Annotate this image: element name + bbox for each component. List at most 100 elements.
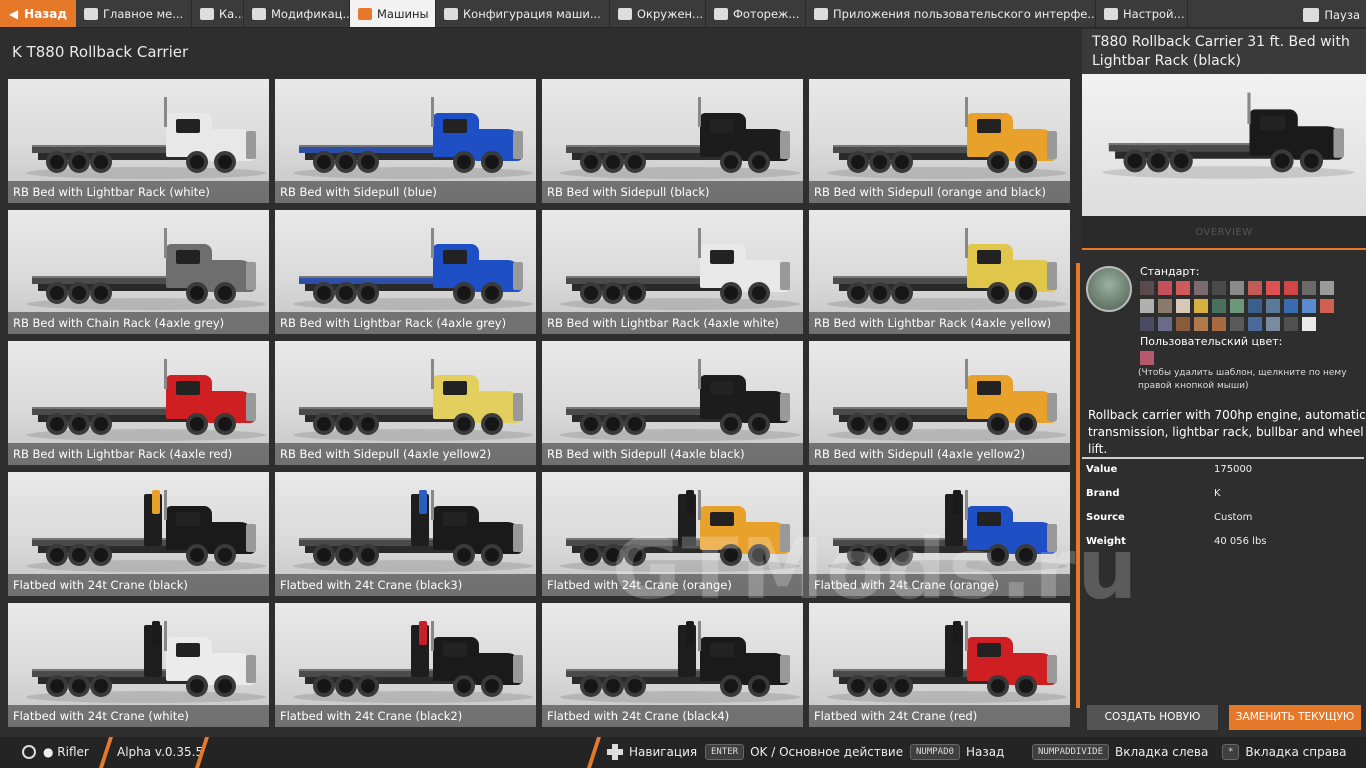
grid-icon xyxy=(84,7,98,20)
hint-enter: ENTER OK / Основное действие xyxy=(705,744,903,760)
replace-current-button[interactable]: ЗАМЕНИТЬ ТЕКУЩУЮ xyxy=(1229,705,1361,730)
truck-wheel xyxy=(481,675,503,697)
color-swatch[interactable] xyxy=(1176,299,1190,313)
truck-wheel xyxy=(68,544,90,566)
color-swatch[interactable] xyxy=(1248,299,1262,313)
hint-navigation: Навигация xyxy=(607,744,697,760)
color-swatch[interactable] xyxy=(1266,299,1280,313)
tab-7[interactable]: Приложения пользовательского интерфе... xyxy=(806,0,1096,27)
tab-6[interactable]: Фотореж... xyxy=(706,0,806,27)
truck-wheel xyxy=(186,544,208,566)
custom-color-swatch[interactable] xyxy=(1140,351,1154,365)
color-swatch[interactable] xyxy=(1158,317,1172,331)
color-swatch[interactable] xyxy=(1158,281,1172,295)
vehicle-card[interactable]: Flatbed with 24t Crane (orange) xyxy=(542,472,803,596)
vehicle-card[interactable]: Flatbed with 24t Crane (black2) xyxy=(275,603,536,727)
tab-1[interactable]: Ка... xyxy=(192,0,244,27)
truck-grille xyxy=(246,262,256,290)
map-icon xyxy=(200,7,214,20)
tab-0[interactable]: Главное ме... xyxy=(76,0,192,27)
truck-wheel xyxy=(1015,413,1037,435)
vehicle-card[interactable]: RB Bed with Lightbar Rack (4axle red) xyxy=(8,341,269,465)
crane-arm xyxy=(686,621,694,645)
globe-icon[interactable] xyxy=(22,745,36,759)
vehicle-card[interactable]: RB Bed with Lightbar Rack (white) xyxy=(8,79,269,203)
color-swatch[interactable] xyxy=(1248,317,1262,331)
truck-grille xyxy=(1047,393,1057,421)
truck-wheel xyxy=(68,675,90,697)
tab-8[interactable]: Настрой... xyxy=(1096,0,1188,27)
exhaust-stack xyxy=(965,359,968,389)
color-swatch[interactable] xyxy=(1248,281,1262,295)
color-swatch[interactable] xyxy=(1212,281,1226,295)
color-swatch[interactable] xyxy=(1284,299,1298,313)
color-swatch[interactable] xyxy=(1320,281,1334,295)
vehicle-card-label: RB Bed with Sidepull (4axle yellow2) xyxy=(275,443,536,465)
tab-3[interactable]: Машины xyxy=(350,0,436,27)
truck-render xyxy=(817,347,1067,447)
vehicle-card[interactable]: RB Bed with Chain Rack (4axle grey) xyxy=(8,210,269,334)
color-swatch[interactable] xyxy=(1230,299,1244,313)
color-swatch[interactable] xyxy=(1176,281,1190,295)
color-swatch[interactable] xyxy=(1140,299,1154,313)
color-swatch[interactable] xyxy=(1194,281,1208,295)
truck-window xyxy=(176,643,200,657)
color-swatch[interactable] xyxy=(1212,299,1226,313)
truck-render xyxy=(817,216,1067,316)
color-swatch[interactable] xyxy=(1176,317,1190,331)
vehicle-card[interactable]: RB Bed with Sidepull (4axle yellow2) xyxy=(809,341,1070,465)
vehicle-card-label: Flatbed with 24t Crane (black) xyxy=(8,574,269,596)
tab-4[interactable]: Конфигурация маши... xyxy=(436,0,610,27)
vehicle-card[interactable]: RB Bed with Lightbar Rack (4axle grey) xyxy=(275,210,536,334)
vehicle-card[interactable]: RB Bed with Lightbar Rack (4axle yellow) xyxy=(809,210,1070,334)
create-new-button[interactable]: СОЗДАТЬ НОВУЮ xyxy=(1087,705,1218,730)
color-swatch[interactable] xyxy=(1230,317,1244,331)
back-button[interactable]: ◀ Назад xyxy=(0,0,76,27)
numpaddivide-key-icon: NUMPADDIVIDE xyxy=(1032,744,1110,760)
color-swatch[interactable] xyxy=(1302,281,1316,295)
truck-wheel xyxy=(335,544,357,566)
color-swatch[interactable] xyxy=(1140,317,1154,331)
color-swatch[interactable] xyxy=(1194,317,1208,331)
vehicle-card[interactable]: Flatbed with 24t Crane (black) xyxy=(8,472,269,596)
vehicle-card[interactable]: RB Bed with Sidepull (blue) xyxy=(275,79,536,203)
color-swatch[interactable] xyxy=(1140,281,1154,295)
pause-button[interactable]: Пауза xyxy=(1303,5,1360,24)
vehicle-card[interactable]: Flatbed with 24t Crane (orange) xyxy=(809,472,1070,596)
vehicle-card[interactable]: RB Bed with Sidepull (4axle yellow2) xyxy=(275,341,536,465)
truck-render xyxy=(16,347,266,447)
color-swatch[interactable] xyxy=(1230,281,1244,295)
truck-wheel xyxy=(1015,544,1037,566)
color-swatch[interactable] xyxy=(1302,299,1316,313)
color-swatch[interactable] xyxy=(1158,299,1172,313)
vehicle-card[interactable]: RB Bed with Sidepull (4axle black) xyxy=(542,341,803,465)
vehicle-card[interactable]: Flatbed with 24t Crane (white) xyxy=(8,603,269,727)
truck-grille xyxy=(780,524,790,552)
vehicle-card[interactable]: RB Bed with Sidepull (orange and black) xyxy=(809,79,1070,203)
vehicle-card[interactable]: Flatbed with 24t Crane (black4) xyxy=(542,603,803,727)
truck-wheel xyxy=(214,544,236,566)
color-swatch[interactable] xyxy=(1194,299,1208,313)
vehicle-card[interactable]: RB Bed with Lightbar Rack (4axle white) xyxy=(542,210,803,334)
overview-tab[interactable]: OVERVIEW xyxy=(1082,216,1366,250)
paint-preview-avatar[interactable] xyxy=(1086,266,1132,312)
vehicle-card[interactable]: Flatbed with 24t Crane (black3) xyxy=(275,472,536,596)
user-name[interactable]: ● Rifler xyxy=(43,745,89,759)
vehicle-card-label: RB Bed with Chain Rack (4axle grey) xyxy=(8,312,269,334)
tab-2[interactable]: Модификац... xyxy=(244,0,350,27)
crane-arm xyxy=(152,490,160,514)
truck-window xyxy=(443,512,467,526)
vehicle-card[interactable]: Flatbed with 24t Crane (red) xyxy=(809,603,1070,727)
color-swatch[interactable] xyxy=(1320,299,1334,313)
color-swatch[interactable] xyxy=(1284,317,1298,331)
truck-grille xyxy=(246,655,256,683)
vehicle-card[interactable]: RB Bed with Sidepull (black) xyxy=(542,79,803,203)
tab-5[interactable]: Окружен... xyxy=(610,0,706,27)
color-swatch[interactable] xyxy=(1266,317,1280,331)
color-swatch[interactable] xyxy=(1284,281,1298,295)
truck-wheel xyxy=(46,544,68,566)
color-swatch[interactable] xyxy=(1266,281,1280,295)
color-swatch[interactable] xyxy=(1212,317,1226,331)
color-swatch[interactable] xyxy=(1302,317,1316,331)
custom-color-label: Пользовательский цвет: xyxy=(1140,335,1283,348)
